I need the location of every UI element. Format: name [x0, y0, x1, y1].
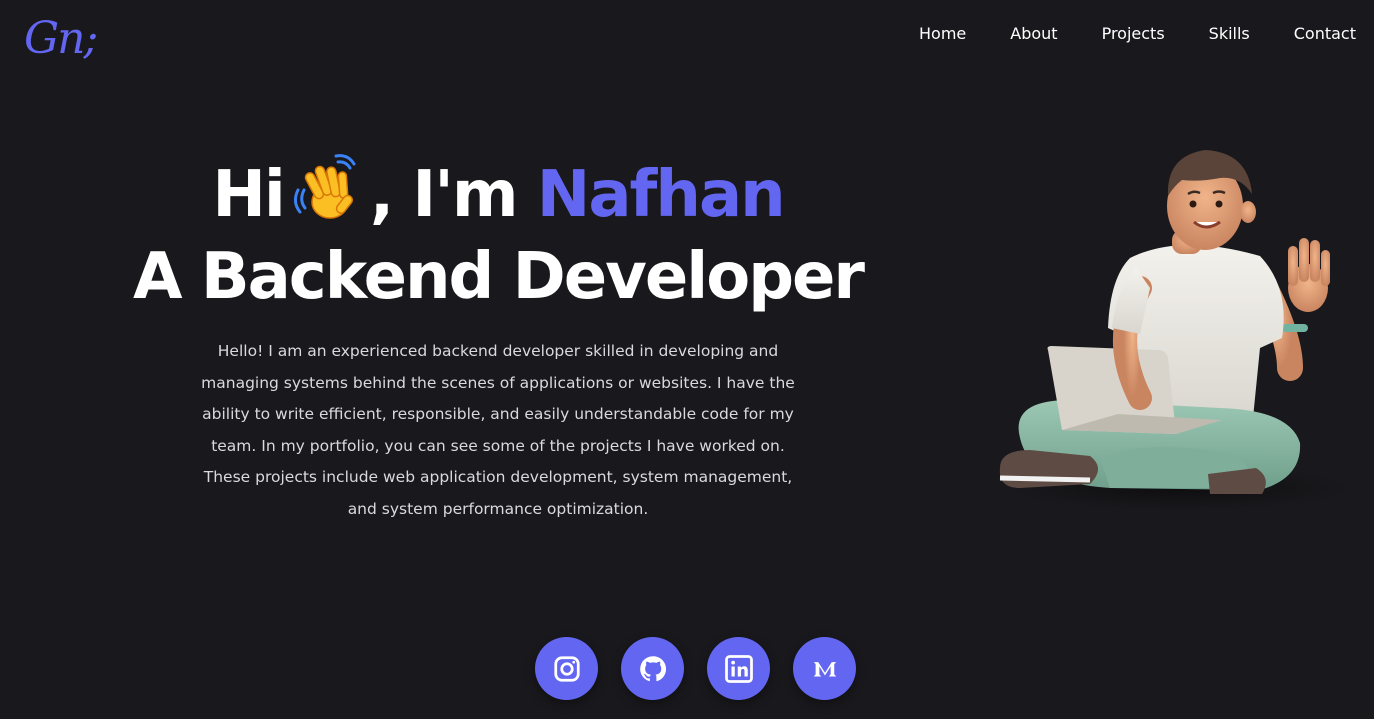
social-links — [535, 637, 856, 700]
nav-skills[interactable]: Skills — [1209, 22, 1250, 46]
intro-paragraph: Hello! I am an experienced backend devel… — [201, 342, 795, 518]
github-icon — [639, 655, 666, 681]
logo[interactable]: Gn; — [24, 14, 98, 64]
medium-icon — [813, 661, 836, 676]
medium-button[interactable] — [793, 637, 856, 700]
nav-projects[interactable]: Projects — [1102, 22, 1165, 46]
greeting-hi: Hi — [212, 158, 285, 232]
greeting-im: , I'm — [369, 158, 519, 232]
hero-role: A Backend Developer — [133, 240, 865, 314]
nav-contact[interactable]: Contact — [1294, 22, 1356, 46]
instagram-icon — [553, 655, 580, 682]
hero-greeting-line: Hi , I'm Nafhan — [0, 150, 996, 236]
hero-title: Hi , I'm Nafhan A Backend Developer — [0, 150, 996, 318]
linkedin-icon — [724, 654, 753, 683]
instagram-button[interactable] — [535, 637, 598, 700]
nav-home[interactable]: Home — [919, 22, 966, 46]
nav-about[interactable]: About — [1010, 22, 1057, 46]
hero-name: Nafhan — [536, 158, 786, 232]
github-button[interactable] — [621, 637, 684, 700]
waving-hand-icon — [293, 154, 356, 219]
page: Gn; Home About Projects Skills Contact H… — [0, 0, 1374, 719]
main-nav: Home About Projects Skills Contact — [919, 22, 1356, 46]
developer-avatar-illustration — [999, 150, 1350, 510]
linkedin-button[interactable] — [707, 637, 770, 700]
